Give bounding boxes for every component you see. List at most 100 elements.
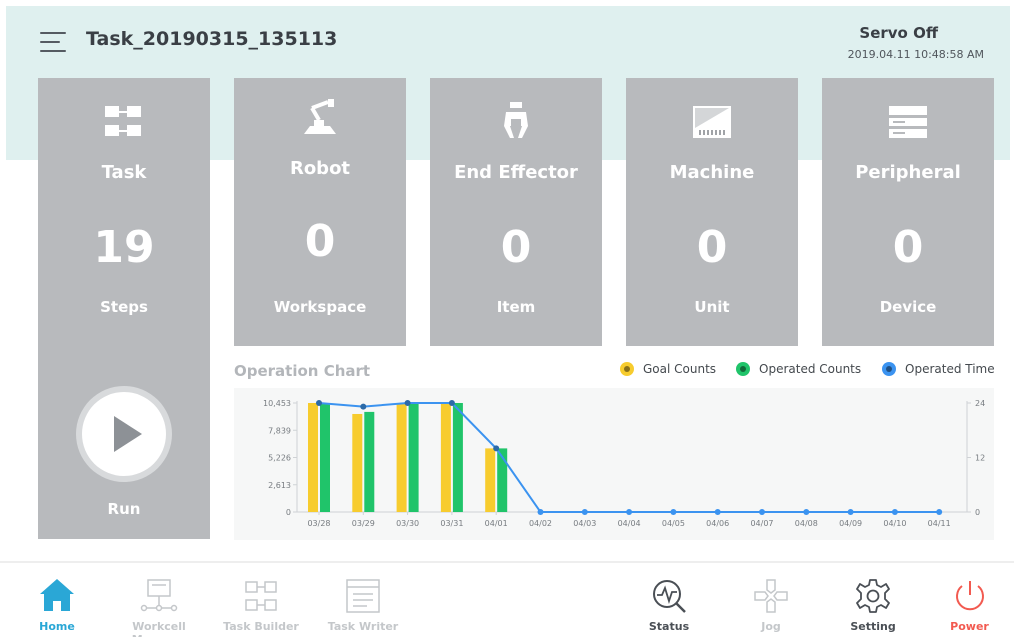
nav-task-builder-label: Task Builder	[223, 620, 299, 633]
nav-task-builder[interactable]: Task Builder	[211, 572, 311, 634]
x-tick-label: 04/05	[662, 519, 685, 528]
power-icon	[955, 581, 984, 611]
x-tick-label: 04/02	[529, 519, 552, 528]
task-builder-icon	[245, 581, 277, 611]
legend-goal-dot	[620, 362, 634, 376]
end-effector-unit: Item	[496, 298, 536, 316]
x-tick-label: 03/29	[352, 519, 375, 528]
peripheral-card[interactable]: Peripheral 0 Device	[822, 78, 994, 346]
home-icon	[40, 579, 74, 611]
nav-task-writer-label: Task Writer	[327, 620, 399, 633]
peripheral-label: Peripheral	[855, 162, 961, 183]
legend-time-label: Operated Time	[905, 362, 995, 376]
bar-operated-counts	[452, 403, 463, 512]
legend-operated-label: Operated Counts	[759, 362, 862, 376]
nav-task-writer[interactable]: Task Writer	[313, 572, 413, 634]
x-tick-label: 03/30	[396, 519, 419, 528]
y-left-tick-label: 2,613	[268, 481, 291, 490]
x-tick-label: 04/03	[573, 519, 596, 528]
nav-power[interactable]: Power	[925, 572, 1014, 634]
machine-count: 0	[696, 222, 728, 273]
point-operated-time	[493, 445, 500, 452]
bar-goal-counts	[308, 403, 318, 512]
nav-status[interactable]: Status	[619, 572, 719, 634]
jog-icon	[754, 579, 788, 613]
run-label: Run	[107, 500, 141, 518]
nav-status-label: Status	[648, 620, 690, 633]
point-operated-time	[404, 400, 411, 406]
machine-label: Machine	[669, 162, 755, 183]
y-left-tick-label: 7,839	[268, 426, 291, 435]
task-unit: Steps	[100, 298, 148, 316]
legend-time-dot	[882, 362, 896, 376]
chart-title: Operation Chart	[234, 362, 371, 380]
gripper-icon	[504, 102, 528, 138]
point-operated-time	[847, 509, 854, 515]
task-title: Task_20190315_135113	[86, 28, 338, 50]
menu-icon[interactable]	[40, 30, 68, 54]
task-icon	[105, 106, 141, 136]
robot-card[interactable]: Robot 0 Workspace	[234, 78, 406, 346]
status-icon	[653, 580, 686, 613]
bottom-separator	[0, 561, 1014, 563]
end-effector-card[interactable]: End Effector 0 Item	[430, 78, 602, 346]
point-operated-time	[759, 509, 765, 515]
point-operated-time	[537, 509, 544, 515]
point-operated-time	[670, 509, 677, 515]
y-left-tick-label: 5,226	[268, 454, 291, 463]
nav-home-label: Home	[39, 620, 75, 633]
legend-goal-label: Goal Counts	[643, 362, 717, 376]
x-tick-label: 04/04	[618, 519, 641, 528]
nav-jog[interactable]: Jog	[721, 572, 821, 634]
end-effector-count: 0	[500, 222, 532, 273]
bar-goal-counts	[396, 403, 407, 512]
nav-workcell-label: Workcell Manager	[132, 620, 186, 637]
app-frame: Task_20190315_135113 Servo Off 2019.04.1…	[0, 0, 1014, 637]
bar-goal-counts	[352, 413, 363, 512]
peripheral-icon	[889, 106, 927, 138]
task-card[interactable]: Task 19 Steps Run	[38, 78, 210, 539]
x-tick-label: 04/01	[485, 519, 508, 528]
nav-setting[interactable]: Setting	[823, 572, 923, 634]
robot-count: 0	[304, 216, 336, 267]
task-count: 19	[93, 222, 155, 273]
point-operated-time	[936, 509, 943, 515]
y-right-tick-label: 24	[975, 399, 985, 408]
operation-chart: 0 2,613 5,226 7,839 10,453 0 12 24 03/28 03/29 03/…	[234, 388, 994, 540]
bar-goal-counts	[440, 403, 451, 512]
bar-goal-counts	[485, 448, 496, 512]
point-operated-time	[316, 400, 322, 406]
x-tick-label: 04/06	[706, 519, 729, 528]
bar-operated-counts	[408, 403, 419, 512]
workcell-icon	[140, 579, 178, 612]
bar-operated-counts	[320, 403, 330, 512]
run-button[interactable]	[76, 386, 172, 482]
legend-goal: Goal Counts	[620, 362, 716, 376]
y-left-tick-label: 10,453	[263, 399, 291, 408]
operation-chart-svg: 0 2,613 5,226 7,839 10,453 0 12 24 03/28 03/29 03/…	[263, 399, 985, 528]
robot-arm-icon	[304, 99, 336, 134]
nav-home[interactable]: Home	[7, 572, 107, 634]
point-operated-time	[448, 400, 455, 406]
point-operated-time	[803, 509, 810, 515]
peripheral-count: 0	[892, 222, 924, 273]
machine-card[interactable]: Machine 0 Unit	[626, 78, 798, 346]
task-writer-icon	[346, 579, 380, 613]
datetime: 2019.04.11 10:48:58 AM	[847, 48, 984, 61]
nav-jog-label: Jog	[761, 620, 781, 633]
x-tick-label: 04/10	[883, 519, 906, 528]
robot-label: Robot	[289, 158, 351, 179]
x-tick-label: 03/31	[440, 519, 463, 528]
machine-icon	[693, 106, 731, 138]
robot-unit: Workspace	[273, 298, 367, 316]
bar-operated-counts	[364, 411, 375, 512]
nav-workcell-manager[interactable]: Workcell Manager	[109, 572, 209, 637]
nav-power-label: Power	[950, 620, 989, 633]
y-right-tick-label: 0	[975, 508, 980, 517]
gear-icon	[856, 579, 890, 613]
machine-unit: Unit	[694, 298, 730, 316]
x-tick-label: 04/11	[928, 519, 951, 528]
task-label: Task	[101, 162, 147, 183]
nav-setting-label: Setting	[850, 620, 896, 633]
point-operated-time	[360, 403, 367, 410]
